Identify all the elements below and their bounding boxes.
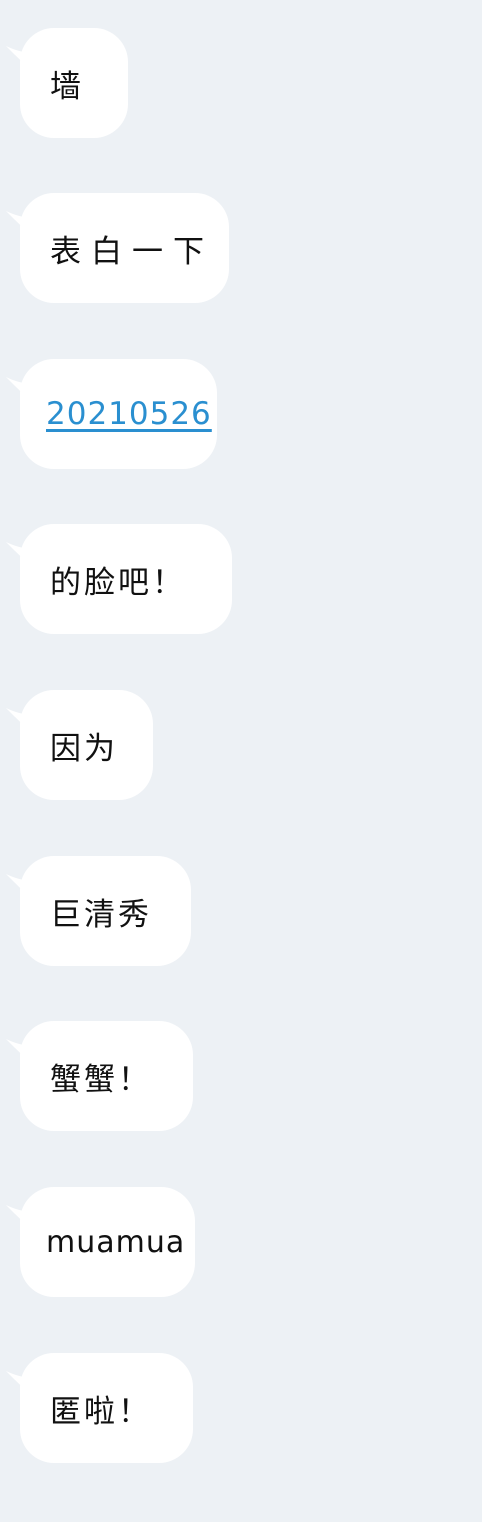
message-bubble[interactable]: 20210526 bbox=[20, 359, 217, 469]
message-text: 巨清秀 bbox=[50, 896, 152, 933]
message-bubble[interactable]: 墙 bbox=[20, 28, 128, 138]
chat-message-list: 墙 表白一下 20210526 的脸吧！ 因为 巨清秀 蟹蟹！ muamua 匿… bbox=[0, 0, 482, 1522]
date-link[interactable]: 20210526 bbox=[46, 396, 212, 432]
message-bubble[interactable]: 蟹蟹！ bbox=[20, 1021, 193, 1131]
message-text: 因为 bbox=[50, 730, 118, 767]
message-bubble[interactable]: 的脸吧！ bbox=[20, 524, 232, 634]
message-text: 匿啦！ bbox=[50, 1393, 152, 1430]
message-bubble[interactable]: 巨清秀 bbox=[20, 856, 191, 966]
message-text: muamua bbox=[46, 1224, 186, 1260]
message-text: 的脸吧！ bbox=[50, 564, 186, 601]
message-text: 墙 bbox=[50, 68, 84, 105]
message-bubble[interactable]: 匿啦！ bbox=[20, 1353, 193, 1463]
message-text: 蟹蟹！ bbox=[50, 1061, 152, 1098]
message-bubble[interactable]: muamua bbox=[20, 1187, 195, 1297]
message-text: 表白一下 bbox=[50, 233, 214, 270]
message-bubble[interactable]: 表白一下 bbox=[20, 193, 229, 303]
message-bubble[interactable]: 因为 bbox=[20, 690, 153, 800]
